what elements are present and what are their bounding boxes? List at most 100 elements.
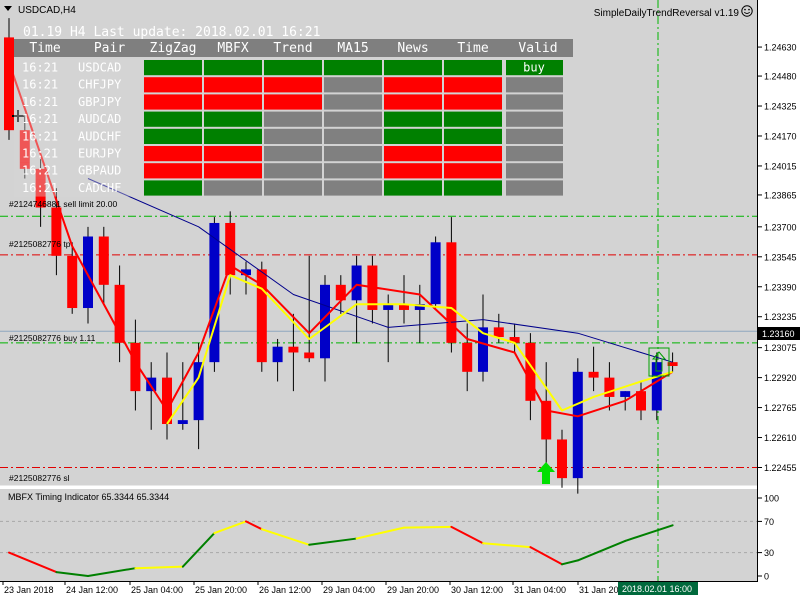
dashboard-signal-cell (324, 128, 382, 144)
candle (572, 358, 583, 494)
price-tick-label: 1.22455 (764, 463, 797, 473)
dashboard-signal-cell (384, 180, 442, 196)
dashboard-row-time: 16:21 (22, 129, 58, 143)
candle (256, 261, 267, 372)
dashboard-row-pair: EURJPY (78, 147, 122, 161)
dashboard-signal-cell (204, 60, 262, 76)
dashboard-signal-cell (144, 94, 202, 110)
dashboard-row-time: 16:21 (22, 147, 58, 161)
dashboard-signal-cell (384, 128, 442, 144)
indicator-name-label: SimpleDailyTrendReversal v1.19 (594, 8, 740, 19)
candle-body (193, 362, 204, 421)
candle-body (67, 255, 78, 309)
dashboard-column-header: MA15 (337, 41, 368, 56)
dashboard-valid-label: buy (523, 61, 545, 75)
candle-body (572, 371, 583, 479)
price-tick-label: 1.22765 (764, 403, 797, 413)
dashboard-row-time: 16:21 (22, 78, 58, 92)
dashboard-signal-cell (384, 111, 442, 127)
candle-body (162, 377, 172, 425)
current-price-value: 1.23160 (762, 329, 795, 339)
price-tick-label: 1.24630 (764, 43, 797, 53)
price-tick-label: 1.22920 (764, 373, 797, 383)
dashboard-header: 01.19 H4 Last update: 2018.02.01 16:21 (23, 25, 320, 40)
dashboard-row-pair: GBPAUD (78, 164, 121, 178)
price-axis-area (758, 0, 800, 600)
price-tick-label: 1.24480 (764, 72, 797, 82)
dashboard-signal-cell (264, 163, 322, 179)
time-tick-label: 26 Jan 12:00 (259, 585, 311, 595)
candle-body (288, 346, 299, 353)
dashboard-signal-cell (144, 128, 202, 144)
candle-body (620, 391, 631, 397)
dashboard-signal-cell (144, 77, 202, 93)
dashboard-signal-cell (444, 180, 502, 196)
sub-tick-label: 100 (764, 494, 779, 504)
candle (651, 352, 662, 421)
dashboard-valid-cell (506, 111, 563, 127)
dashboard-signal-cell (444, 60, 502, 76)
order-label-sell-limit: #2124746881 sell limit 20.00 (9, 199, 117, 209)
dashboard-signal-cell (264, 60, 322, 76)
dashboard-valid-cell (506, 163, 563, 179)
candle-body (304, 352, 315, 359)
dashboard-signal-cell (204, 146, 262, 162)
dashboard-row-pair: CHFJPY (78, 78, 122, 92)
dashboard-column-header: Pair (94, 41, 125, 56)
dashboard-row-pair: AUDCHF (78, 129, 121, 143)
dashboard-valid-cell (506, 128, 563, 144)
dashboard-signal-cell (324, 180, 382, 196)
dashboard-row-pair: AUDCAD (78, 112, 121, 126)
candle (430, 236, 441, 309)
dashboard-signal-cell (444, 77, 502, 93)
candle-body (588, 371, 599, 378)
price-tick-label: 1.24015 (764, 161, 797, 171)
dashboard-signal-cell (264, 180, 322, 196)
order-label-sl: #2125082776 sl (9, 473, 70, 483)
dashboard-row: 16:21 CADCHF (14, 179, 563, 197)
dashboard-signal-cell (204, 94, 262, 110)
dashboard-signal-cell (444, 146, 502, 162)
dashboard-valid-cell (506, 146, 563, 162)
time-tick-label: 29 Jan 04:00 (323, 585, 375, 595)
dashboard-signal-cell (144, 60, 202, 76)
sub-tick-label: 30 (764, 548, 774, 558)
dashboard-signal-cell (384, 94, 442, 110)
order-label-buy: #2125082776 buy 1.11 (9, 333, 96, 343)
price-tick-label: 1.23235 (764, 312, 797, 322)
dashboard-signal-cell (264, 111, 322, 127)
sub-tick-label: 0 (764, 572, 769, 582)
candle-body (430, 242, 441, 305)
sub-tick-label: 70 (764, 517, 774, 527)
dashboard-row-pair: GBPJPY (78, 95, 122, 109)
price-tick-label: 1.23390 (764, 282, 797, 292)
dashboard-valid-cell (506, 94, 563, 110)
trading-chart-window[interactable]: 1.24630 1.24480 1.24325 1.24170 1.24015 1.238… (0, 0, 800, 600)
dashboard-signal-cell (384, 146, 442, 162)
dashboard-column-header: Time (29, 41, 60, 56)
dashboard-signal-cell (444, 163, 502, 179)
dashboard-signal-cell (324, 146, 382, 162)
dashboard-column-header: Trend (273, 41, 312, 56)
dashboard-signal-cell (144, 163, 202, 179)
price-tick-label: 1.24325 (764, 102, 797, 112)
sub-window-title: MBFX Timing Indicator 65.3344 65.3344 (8, 492, 169, 502)
dashboard-signal-cell (384, 77, 442, 93)
dashboard-signal-cell (144, 111, 202, 127)
candle-body (557, 439, 567, 479)
candle-body (351, 265, 362, 301)
time-tick-label: 25 Jan 20:00 (195, 585, 247, 595)
candle-body (541, 400, 552, 440)
dashboard-signal-cell (264, 146, 322, 162)
current-time-value: 2018.02.01 16:00 (622, 584, 692, 594)
time-tick-label: 23 Jan 2018 (4, 585, 54, 595)
dashboard-signal-cell (324, 77, 382, 93)
candle-body (604, 377, 615, 397)
dashboard-column-header: News (397, 41, 428, 56)
mbfx-segment (403, 525, 453, 529)
dashboard-signal-cell (384, 60, 442, 76)
dashboard-row-time: 16:21 (22, 181, 58, 195)
dashboard-row-pair: USDCAD (78, 61, 121, 75)
dashboard-row-time: 16:21 (22, 61, 58, 75)
dashboard-signal-cell (264, 77, 322, 93)
